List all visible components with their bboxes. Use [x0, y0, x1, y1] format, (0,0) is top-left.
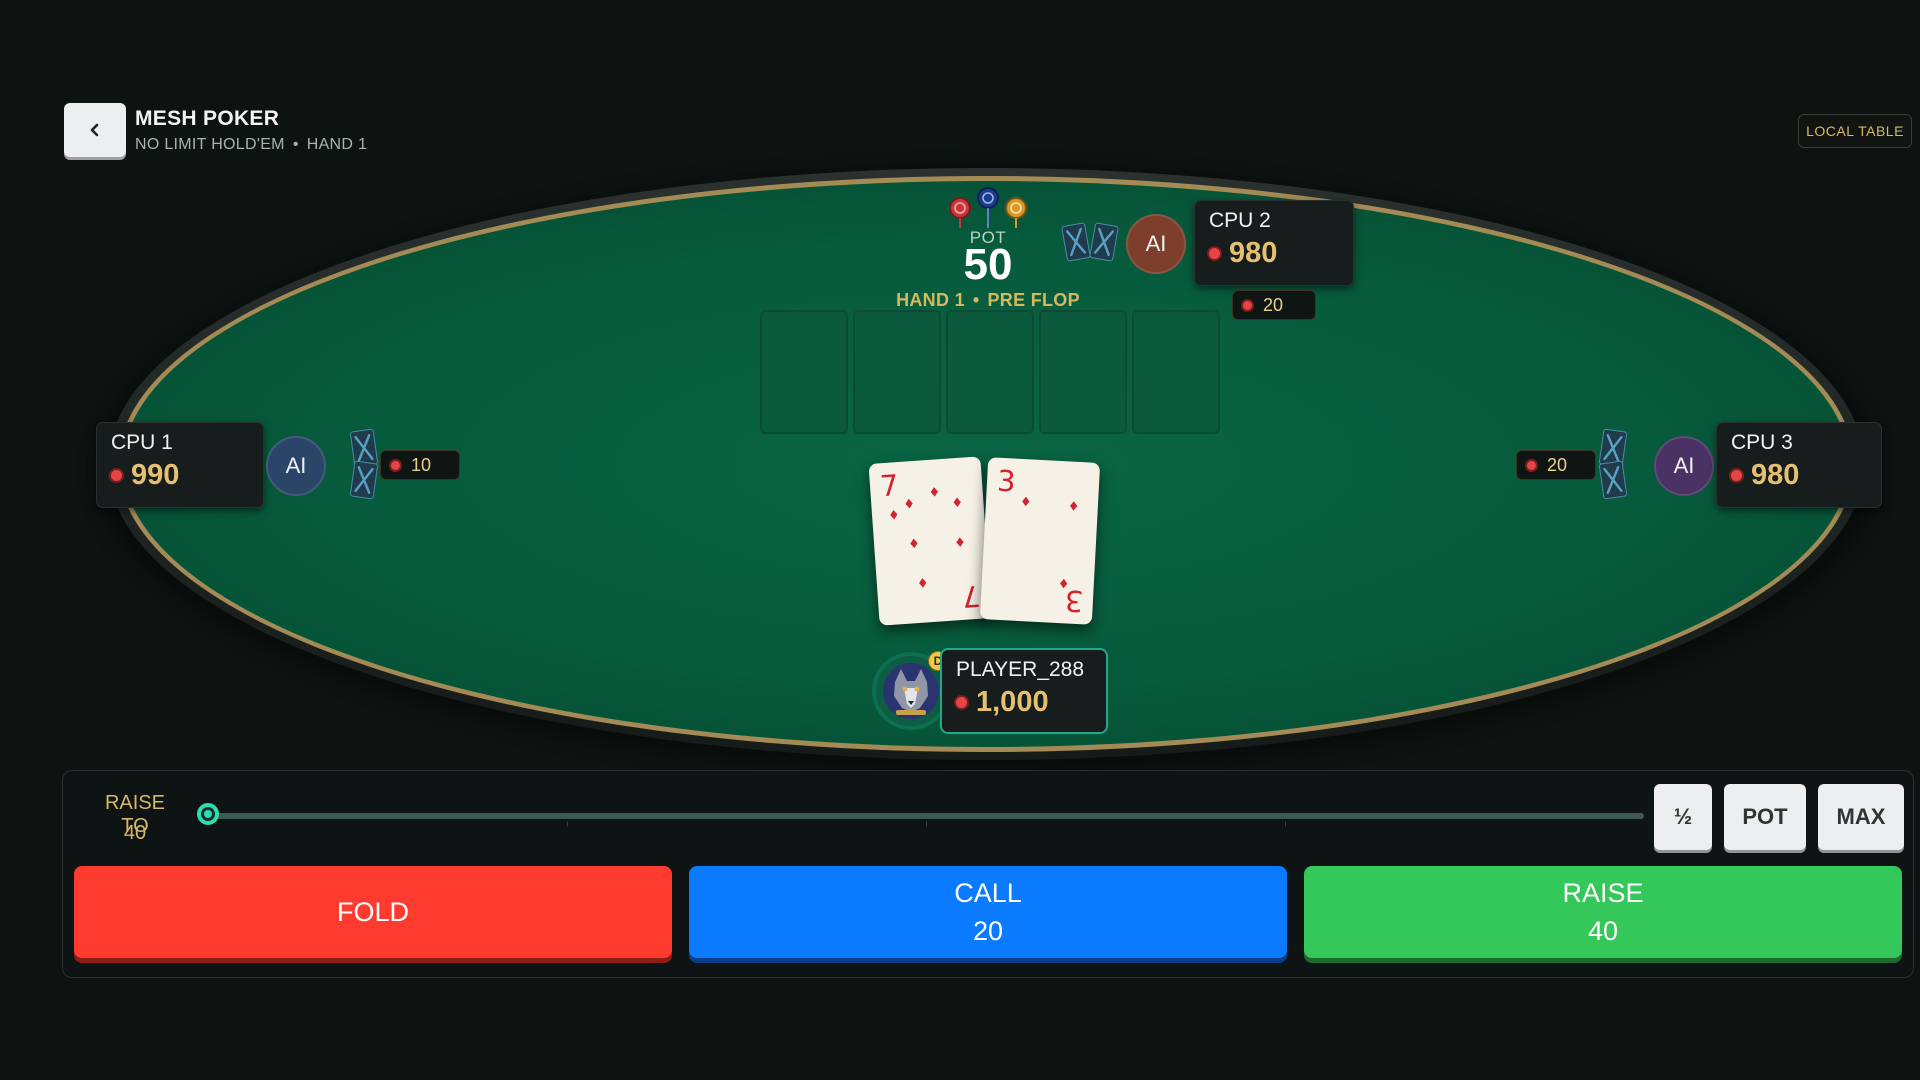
raise-to-value: 40 — [123, 822, 147, 844]
red-chip-icon — [949, 197, 971, 228]
cpu2-name: CPU 2 — [1209, 209, 1271, 232]
raise-slider[interactable] — [197, 803, 1644, 827]
cpu3-stack-value: 980 — [1751, 459, 1800, 491]
chip-icon — [1207, 246, 1222, 261]
cpu3-bet: 20 — [1516, 450, 1596, 480]
local-table-badge: LOCAL TABLE — [1798, 114, 1912, 148]
cpu3-name: CPU 3 — [1731, 431, 1793, 454]
call-amount: 20 — [972, 916, 1004, 946]
call-label: CALL — [954, 878, 1022, 908]
hero-stack-value: 1,000 — [976, 686, 1049, 718]
pot-value: 50 — [963, 240, 1013, 289]
back-button[interactable] — [64, 103, 126, 157]
hand-street-info: HAND 1 • PRE FLOP — [838, 290, 1138, 311]
cpu1-avatar: AI — [266, 436, 326, 496]
diamond-pip-icon: ♦ — [916, 576, 930, 592]
call-button[interactable]: CALL 20 — [689, 866, 1287, 958]
slider-tick — [926, 821, 927, 827]
cpu3-stack: 980 — [1729, 459, 1799, 492]
hole-card-1-rank: 7 — [878, 468, 900, 504]
diamond-pip-icon: ♦ — [1067, 499, 1080, 516]
raise-slider-thumb[interactable] — [197, 803, 219, 825]
slider-tick — [567, 821, 568, 827]
raise-button[interactable]: RAISE 40 — [1304, 866, 1902, 958]
game-variant: NO LIMIT HOLD'EM — [135, 136, 285, 153]
chip-icon — [389, 458, 402, 472]
hole-card-2[interactable]: 3 3 ♦ ♦ ♦ — [979, 457, 1101, 625]
chip-icon — [1525, 458, 1538, 472]
cpu1-facedown-card-2 — [349, 460, 379, 500]
gold-chip-icon — [1005, 197, 1027, 228]
poker-game-screen: MESH POKER NO LIMIT HOLD'EM • HAND 1 LOCAL… — [0, 0, 1920, 1080]
chip-icon — [109, 468, 124, 483]
pot-chips-icon — [949, 187, 1027, 228]
hand-label: HAND 1 — [896, 290, 965, 310]
chip-icon — [954, 695, 969, 710]
hole-card-1-rank-bottom: 7 — [960, 578, 982, 614]
hero-seat: PLAYER_288 1,000 — [940, 648, 1108, 734]
cpu2-stack-value: 980 — [1229, 237, 1278, 269]
cpu3-seat: CPU 3 980 — [1716, 422, 1882, 508]
diamond-pip-icon: ♦ — [1057, 576, 1070, 593]
board-card-slot-1 — [760, 310, 848, 434]
cpu1-stack: 990 — [109, 459, 179, 492]
cpu1-bet-value: 10 — [411, 454, 432, 475]
cpu3-facedown-card-2 — [1598, 460, 1628, 500]
hero-stack: 1,000 — [954, 686, 1049, 719]
fold-label: FOLD — [336, 897, 409, 927]
max-button[interactable]: MAX — [1818, 784, 1904, 850]
diamond-pip-icon: ♦ — [953, 535, 967, 552]
fold-button[interactable]: FOLD — [74, 866, 672, 958]
wolf-avatar-icon — [883, 663, 939, 719]
chip-icon — [1241, 298, 1254, 312]
half-pot-button[interactable]: ½ — [1654, 784, 1712, 850]
board-card-slot-3 — [946, 310, 1034, 434]
hero-name: PLAYER_288 — [956, 658, 1085, 681]
cpu2-stack: 980 — [1207, 237, 1277, 270]
board-card-slot-4 — [1039, 310, 1127, 434]
hole-card-2-rank: 3 — [996, 463, 1017, 499]
cpu1-stack-value: 990 — [131, 459, 180, 491]
slider-tick — [1285, 821, 1286, 827]
cpu2-bet-value: 20 — [1263, 294, 1284, 315]
cpu3-avatar: AI — [1654, 436, 1714, 496]
diamond-pip-icon: ♦ — [950, 495, 964, 512]
pot-button[interactable]: POT — [1724, 784, 1806, 850]
blue-chip-icon — [977, 187, 999, 228]
cpu2-bet: 20 — [1232, 290, 1316, 320]
hand-number: HAND 1 — [306, 136, 368, 153]
app-title: MESH POKER — [135, 107, 280, 130]
diamond-pip-icon: ♦ — [907, 536, 921, 553]
diamond-pip-icon: ♦ — [887, 508, 901, 524]
cpu1-bet: 10 — [380, 450, 460, 480]
board-card-slot-2 — [853, 310, 941, 434]
raise-label: RAISE — [1562, 878, 1644, 908]
chip-icon — [1729, 468, 1744, 483]
hole-card-1[interactable]: 7 7 ♦ ♦ ♦ ♦ ♦ ♦ ♦ — [868, 456, 992, 626]
cpu1-name: CPU 1 — [111, 431, 173, 454]
hand-separator: • — [972, 290, 980, 310]
board-card-slot-5 — [1132, 310, 1220, 434]
diamond-pip-icon: ♦ — [902, 496, 916, 513]
chevron-left-icon — [90, 123, 99, 137]
street-label: PRE FLOP — [987, 290, 1080, 310]
raise-amount: 40 — [1587, 916, 1619, 946]
subtitle-separator: • — [292, 136, 299, 153]
cpu3-bet-value: 20 — [1547, 454, 1568, 475]
diamond-pip-icon: ♦ — [928, 485, 941, 501]
game-subtitle: NO LIMIT HOLD'EM • HAND 1 — [135, 136, 367, 154]
cpu2-avatar: AI — [1126, 214, 1186, 274]
diamond-pip-icon: ♦ — [1019, 494, 1033, 511]
cpu1-seat: CPU 1 990 — [96, 422, 264, 508]
cpu2-seat: CPU 2 980 — [1194, 200, 1354, 286]
